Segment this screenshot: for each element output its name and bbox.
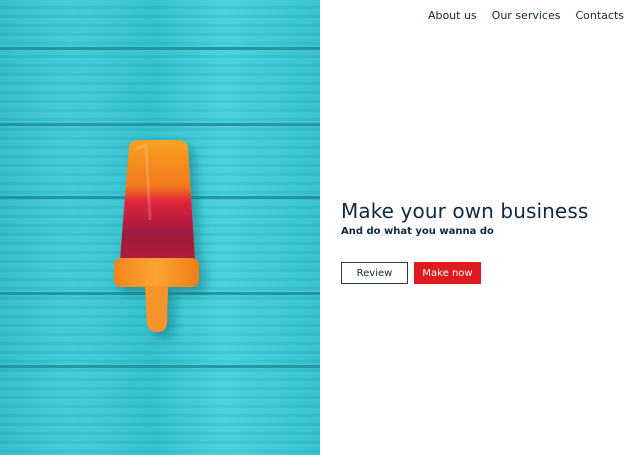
top-nav: About us Our services Contacts xyxy=(428,9,624,22)
make-now-button[interactable]: Make now xyxy=(414,262,481,284)
nav-our-services[interactable]: Our services xyxy=(492,9,561,22)
page-headline: Make your own business xyxy=(341,199,589,223)
nav-contacts[interactable]: Contacts xyxy=(575,9,624,22)
review-button[interactable]: Review xyxy=(341,262,408,284)
nav-about-us[interactable]: About us xyxy=(428,9,477,22)
popsicle-image xyxy=(114,140,199,332)
page-subheadline: And do what you wanna do xyxy=(341,226,494,237)
hero-image xyxy=(0,0,320,455)
